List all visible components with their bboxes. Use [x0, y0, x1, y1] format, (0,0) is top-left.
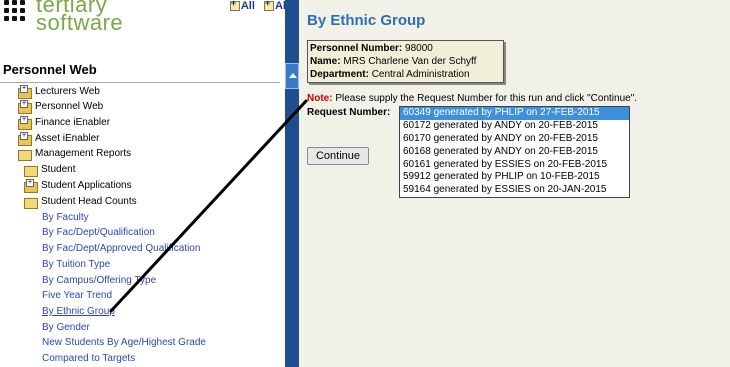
sidebar-item-management-reports[interactable]: Management Reports	[18, 148, 132, 161]
page-title: By Ethnic Group	[307, 12, 426, 29]
sidebar-title: Personnel Web	[3, 62, 97, 77]
folder-plus-icon: +	[18, 115, 32, 130]
personnel-number-value: 98000	[405, 43, 433, 54]
sidebar-item-label: Finance iEnabler	[35, 117, 111, 128]
expand-icon	[229, 0, 240, 11]
content-frame: By Ethnic Group Personnel Number: 98000 …	[299, 0, 730, 367]
sidebar-item-label: Personnel Web	[35, 101, 104, 112]
personnel-name-row: Name: MRS Charlene Van der Schyff	[310, 55, 501, 68]
department-value: Central Administration	[371, 69, 470, 80]
sidebar-item-asset-ienabler[interactable]: + Asset iEnabler	[18, 131, 100, 146]
request-option[interactable]: 59164 generated by ESSIES on 20-JAN-2015	[400, 184, 629, 197]
report-link-by-tuition-type[interactable]: By Tuition Type	[42, 259, 110, 270]
folder-open-icon	[24, 165, 38, 177]
sidebar-item-label: Student	[41, 164, 76, 175]
sidebar-item-personnel-web[interactable]: + Personnel Web	[18, 99, 104, 114]
collapse-all-label: All	[274, 0, 285, 12]
continue-button[interactable]: Continue	[307, 147, 369, 165]
note-label: Note:	[307, 93, 333, 104]
folder-plus-icon: +	[18, 131, 32, 146]
sidebar-item-label: Lecturers Web	[35, 86, 100, 97]
report-link-by-campus-offering-type[interactable]: By Campus/Offering Type	[42, 275, 156, 286]
instruction-note: Note: Please supply the Request Number f…	[307, 93, 637, 104]
report-link-by-ethnic-group[interactable]: By Ethnic Group	[42, 306, 115, 317]
sidebar-item-label: Asset iEnabler	[35, 133, 100, 144]
sidebar-item-student-head-counts[interactable]: Student Head Counts	[24, 196, 137, 209]
sidebar-item-label: Student Head Counts	[41, 196, 137, 207]
logo-text: tertiary software	[36, 0, 124, 35]
sidebar-item-student-applications[interactable]: + Student Applications	[24, 178, 132, 193]
department-row: Department: Central Administration	[310, 68, 501, 81]
request-option-selected[interactable]: 60349 generated by PHLIP on 27-FEB-2015	[400, 107, 629, 120]
request-option[interactable]: 60172 generated by ANDY on 20-FEB-2015	[400, 120, 629, 133]
report-link-compared-to-targets[interactable]: Compared to Targets	[42, 353, 135, 364]
personnel-number-label: Personnel Number:	[310, 43, 403, 54]
sidebar-item-finance-ienabler[interactable]: + Finance iEnabler	[18, 115, 111, 130]
department-label: Department:	[310, 69, 369, 80]
folder-open-icon	[18, 149, 32, 161]
scroll-up-button[interactable]	[285, 63, 299, 89]
expand-all-label: All	[240, 0, 255, 12]
personnel-info-box: Personnel Number: 98000 Name: MRS Charle…	[307, 40, 504, 83]
navigation-frame: tertiary software All All Personnel Web …	[0, 0, 285, 367]
sidebar-item-label: Student Applications	[41, 180, 132, 191]
sidebar-item-student[interactable]: Student	[24, 164, 76, 177]
sidebar-item-lecturers-web[interactable]: + Lecturers Web	[18, 84, 100, 99]
report-link-five-year-trend[interactable]: Five Year Trend	[42, 290, 112, 301]
request-number-listbox[interactable]: 60349 generated by PHLIP on 27-FEB-2015 …	[399, 106, 630, 199]
folder-plus-icon: +	[24, 178, 38, 193]
folder-open-icon	[24, 197, 38, 209]
folder-plus-icon: +	[18, 84, 32, 99]
personnel-number-row: Personnel Number: 98000	[310, 42, 501, 55]
logo-line-2: software	[36, 10, 124, 35]
report-link-by-faculty[interactable]: By Faculty	[42, 212, 89, 223]
collapse-all-link[interactable]: All	[263, 0, 285, 12]
request-option[interactable]: 59912 generated by PHLIP on 10-FEB-2015	[400, 171, 629, 184]
logo-dots-icon	[4, 0, 34, 30]
request-option[interactable]: 60170 generated by ANDY on 20-FEB-2015	[400, 133, 629, 146]
sidebar-item-label: Management Reports	[35, 148, 132, 159]
expand-all-link[interactable]: All	[229, 0, 255, 12]
note-text: Please supply the Request Number for thi…	[335, 93, 638, 104]
folder-plus-icon: +	[18, 99, 32, 114]
request-option[interactable]: 60161 generated by ESSIES on 20-FEB-2015	[400, 159, 629, 172]
report-link-by-gender[interactable]: By Gender	[42, 322, 90, 333]
report-link-by-fac-dept-qualification[interactable]: By Fac/Dept/Qualification	[42, 227, 155, 238]
collapse-icon	[263, 0, 274, 11]
expand-collapse-links: All All	[224, 0, 285, 14]
request-option[interactable]: 60168 generated by ANDY on 20-FEB-2015	[400, 146, 629, 159]
report-link-new-students-by-age[interactable]: New Students By Age/Highest Grade	[42, 337, 206, 348]
report-link-by-fac-dept-approved-qualification[interactable]: By Fac/Dept/Approved Qualification	[42, 243, 200, 254]
personnel-name-label: Name:	[310, 56, 341, 67]
personnel-name-value: MRS Charlene Van der Schyff	[343, 56, 477, 67]
sidebar-scrollbar[interactable]	[285, 0, 299, 367]
request-number-label: Request Number:	[307, 107, 391, 118]
sidebar-divider	[0, 82, 280, 83]
